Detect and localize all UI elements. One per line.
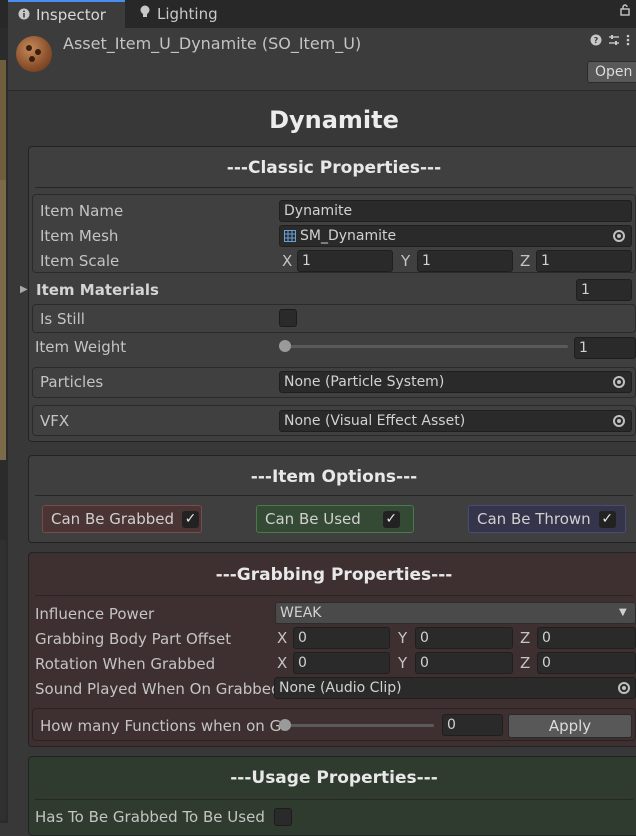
- rotation-x-label: X: [277, 654, 288, 672]
- can-be-thrown-label: Can Be Thrown: [477, 510, 591, 528]
- item-title: Dynamite: [269, 106, 399, 134]
- sound-object-picker-icon[interactable]: [618, 682, 630, 694]
- rotation-y-label: Y: [398, 654, 408, 672]
- tab-inspector[interactable]: Inspector: [8, 0, 125, 28]
- offset-z-label: Z: [520, 629, 531, 647]
- tab-label: Lighting: [157, 5, 218, 23]
- can-be-used-toggle[interactable]: Can Be Used ✓: [256, 505, 414, 533]
- offset-y-label: Y: [398, 629, 408, 647]
- chevron-down-icon: ▼: [619, 607, 627, 618]
- item-weight-field[interactable]: 1: [574, 337, 636, 359]
- functions-slider-handle[interactable]: [279, 719, 291, 731]
- item-materials-size-field[interactable]: 1: [576, 279, 632, 301]
- item-weight-slider-handle[interactable]: [279, 340, 291, 352]
- usage-properties-title: ---Usage Properties---: [230, 768, 438, 788]
- item-name-label: Item Name: [40, 202, 124, 220]
- scale-y-label: Y: [401, 252, 411, 270]
- checkmark-icon: ✓: [182, 510, 200, 528]
- vfx-object-picker-icon[interactable]: [613, 415, 625, 427]
- tab-lighting[interactable]: Lighting: [135, 0, 218, 28]
- offset-x-field[interactable]: 0: [293, 627, 390, 649]
- rotation-y-field[interactable]: 0: [415, 652, 513, 674]
- rotation-z-field[interactable]: 0: [537, 652, 636, 674]
- more-menu-icon[interactable]: [626, 34, 630, 50]
- influence-power-label: Influence Power: [35, 605, 155, 623]
- is-still-label: Is Still: [40, 310, 85, 328]
- can-be-used-label: Can Be Used: [265, 510, 361, 528]
- particles-field[interactable]: None (Particle System): [279, 371, 632, 393]
- offset-z-field[interactable]: 0: [537, 627, 636, 649]
- functions-count-label: How many Functions when on Gr: [40, 717, 280, 735]
- influence-power-dropdown[interactable]: WEAK: [275, 602, 636, 624]
- rotation-x-field[interactable]: 0: [293, 652, 390, 674]
- info-icon: [18, 6, 30, 24]
- is-still-group: [32, 304, 636, 333]
- settings-sliders-icon[interactable]: [608, 34, 620, 50]
- grabbing-properties-title: ---Grabbing Properties---: [215, 565, 453, 585]
- dynamite-asset-icon: [16, 36, 52, 72]
- particles-label: Particles: [40, 373, 104, 391]
- item-weight-label: Item Weight: [35, 338, 127, 356]
- is-still-checkbox[interactable]: [279, 309, 297, 327]
- scale-z-field[interactable]: 1: [536, 250, 632, 272]
- grabbing-offset-label: Grabbing Body Part Offset: [35, 630, 232, 648]
- particles-object-picker-icon[interactable]: [613, 376, 625, 388]
- vfx-field[interactable]: None (Visual Effect Asset): [279, 410, 632, 432]
- can-be-grabbed-label: Can Be Grabbed: [51, 510, 175, 528]
- header-icons: ?: [590, 34, 630, 50]
- mesh-object-picker-icon[interactable]: [613, 230, 625, 242]
- item-weight-slider-track[interactable]: [279, 345, 568, 348]
- checkmark-icon: ✓: [598, 510, 616, 528]
- scale-x-field[interactable]: 1: [297, 250, 393, 272]
- vfx-label: VFX: [40, 412, 70, 430]
- has-to-be-grabbed-checkbox[interactable]: [274, 808, 292, 826]
- offset-x-label: X: [277, 629, 288, 647]
- item-options-title: ---Item Options---: [250, 467, 418, 487]
- lock-icon[interactable]: [620, 4, 630, 20]
- functions-count-field[interactable]: 0: [442, 714, 503, 736]
- classic-properties-title: ---Classic Properties---: [226, 158, 442, 178]
- scale-z-label: Z: [520, 252, 531, 270]
- help-icon[interactable]: ?: [590, 34, 602, 50]
- item-scale-label: Item Scale: [40, 252, 120, 270]
- checkmark-icon: ✓: [382, 510, 400, 528]
- sound-on-grabbed-label: Sound Played When On Grabbed: [35, 680, 281, 698]
- apply-button[interactable]: Apply: [508, 714, 632, 738]
- rotation-z-label: Z: [520, 654, 531, 672]
- item-mesh-label: Item Mesh: [40, 227, 119, 245]
- tab-label: Inspector: [36, 6, 106, 24]
- foldout-arrow-icon[interactable]: ▶: [20, 284, 28, 295]
- svg-text:?: ?: [594, 36, 599, 45]
- scale-x-label: X: [282, 252, 293, 270]
- mesh-grid-icon: [284, 230, 296, 246]
- open-button[interactable]: Open: [587, 61, 636, 83]
- offset-y-field[interactable]: 0: [415, 627, 513, 649]
- has-to-be-grabbed-label: Has To Be Grabbed To Be Used: [35, 808, 265, 826]
- functions-slider-track[interactable]: [279, 724, 434, 727]
- item-materials-label[interactable]: Item Materials: [36, 281, 159, 299]
- sound-on-grabbed-field[interactable]: None (Audio Clip): [274, 677, 636, 699]
- can-be-grabbed-toggle[interactable]: Can Be Grabbed ✓: [42, 505, 202, 533]
- asset-title: Asset_Item_U_Dynamite (SO_Item_U): [63, 34, 362, 53]
- tab-bar: Inspector Lighting: [0, 0, 636, 28]
- item-name-field[interactable]: Dynamite: [279, 200, 632, 222]
- rotation-when-grabbed-label: Rotation When Grabbed: [35, 655, 216, 673]
- item-mesh-field[interactable]: SM_Dynamite: [279, 225, 632, 247]
- scale-y-field[interactable]: 1: [417, 250, 513, 272]
- can-be-thrown-toggle[interactable]: Can Be Thrown ✓: [468, 505, 626, 533]
- lightbulb-icon: [139, 5, 151, 23]
